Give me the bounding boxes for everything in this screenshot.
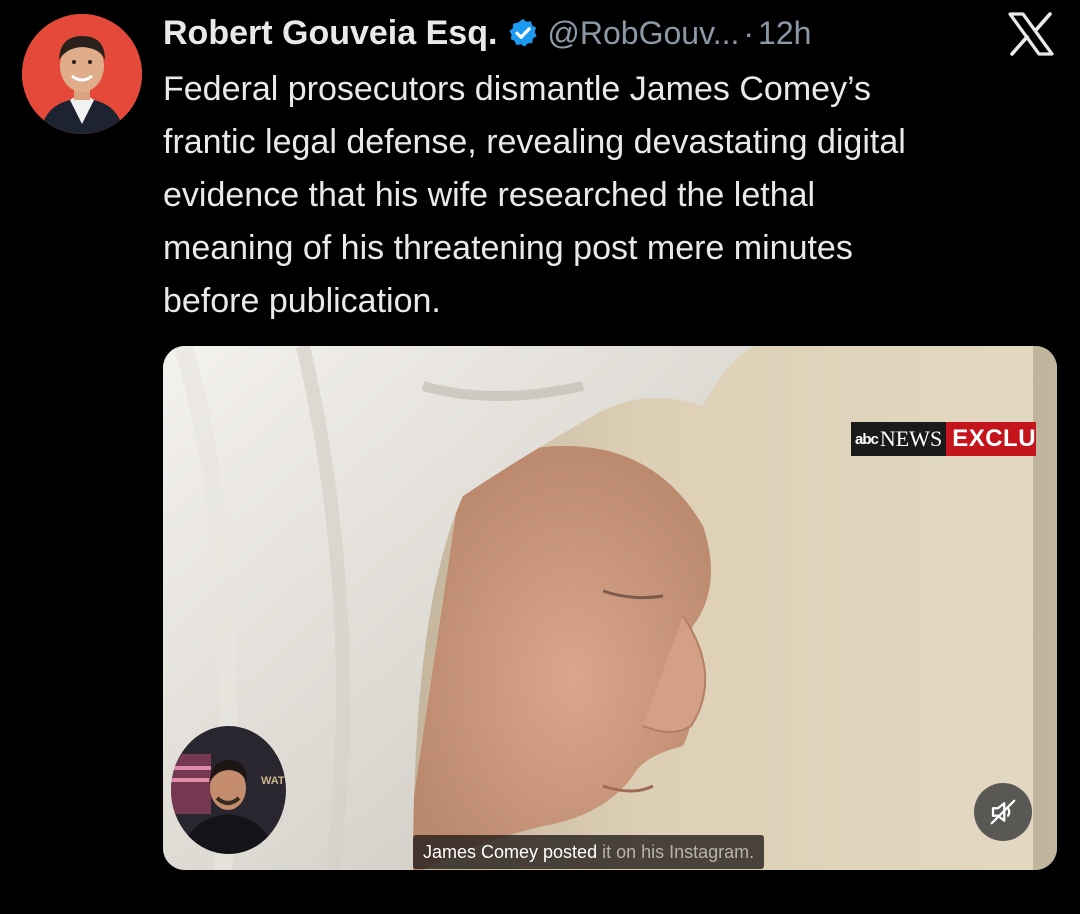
tweet-card: Robert Gouveia Esq. @RobGouv... · 12h Fe… — [0, 0, 1080, 914]
tweet-timestamp[interactable]: 12h — [758, 15, 811, 52]
video-caption: James Comey posted it on his Instagram. — [413, 835, 765, 869]
author-avatar[interactable] — [22, 14, 142, 134]
picture-in-picture-overlay: WATC — [171, 726, 286, 854]
author-display-name[interactable]: Robert Gouveia Esq. — [163, 14, 497, 53]
verified-badge-icon — [507, 17, 539, 49]
separator-dot: · — [743, 14, 755, 51]
caption-remaining: it on his Instagram. — [602, 841, 755, 862]
mute-toggle-button[interactable] — [974, 783, 1032, 841]
news-badge: abc NEWS EXCLU — [851, 422, 1037, 456]
avatar-photo — [22, 14, 142, 134]
tweet-text: Federal prosecutors dismantle James Come… — [163, 70, 906, 320]
speaker-muted-icon — [990, 799, 1016, 825]
caption-highlighted: James Comey posted — [423, 841, 598, 862]
pip-label: WATC — [261, 775, 286, 787]
video-player[interactable]: abc NEWS EXCLU WATC James Comey posted i… — [163, 346, 1057, 870]
exclusive-label: EXCLU — [946, 422, 1037, 456]
x-logo-icon[interactable] — [1008, 12, 1054, 56]
abc-news-logo: abc NEWS — [851, 422, 947, 456]
author-handle[interactable]: @RobGouv... — [547, 15, 739, 52]
tweet-header: Robert Gouveia Esq. @RobGouv... · 12h — [163, 8, 811, 58]
